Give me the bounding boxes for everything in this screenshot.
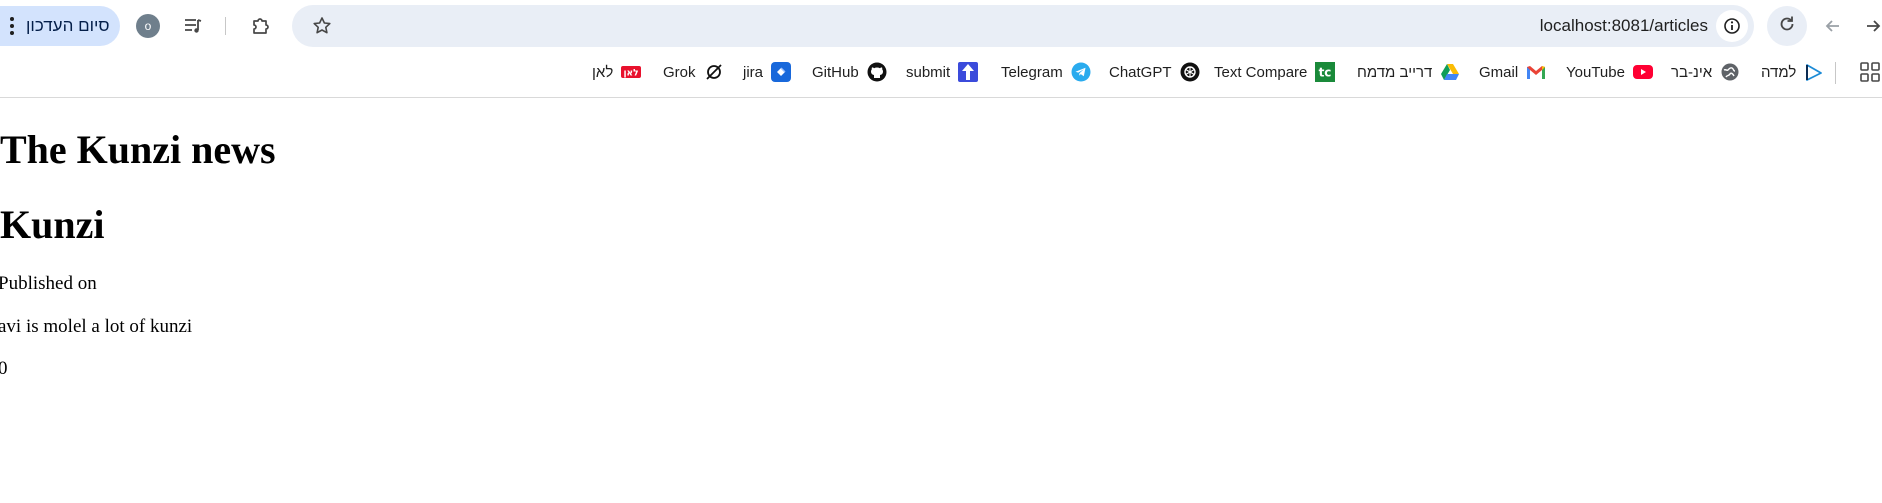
bookmark-telegram[interactable]: Telegram: [1001, 52, 1091, 92]
bookmark-chatgpt[interactable]: ChatGPT: [1109, 52, 1200, 92]
bookmark-google-drive[interactable]: דרייב מדמח: [1357, 52, 1460, 92]
bookmark-label: submit: [906, 63, 951, 81]
bookmark-label: אינ-בר: [1671, 63, 1713, 81]
article-title: Kunzi: [0, 202, 105, 247]
youtube-icon: [1632, 62, 1653, 82]
reload-icon: [1777, 14, 1797, 39]
extensions-icon[interactable]: [244, 9, 278, 43]
bookmark-laan[interactable]: לאן לאן: [592, 52, 642, 92]
globe-icon: [1720, 62, 1740, 82]
jira-icon: [771, 62, 792, 82]
url-text[interactable]: localhost:8081/articles: [1540, 5, 1708, 47]
apps-grid-button[interactable]: [1860, 52, 1880, 92]
bookmark-label: Gmail: [1479, 63, 1519, 81]
bookmark-label: למדה: [1761, 63, 1797, 81]
profile-avatar[interactable]: o: [136, 14, 160, 38]
article-body: avi is molel a lot of kunzi: [0, 316, 193, 337]
address-bar[interactable]: localhost:8081/articles: [292, 5, 1754, 47]
grok-icon: [704, 62, 724, 82]
bookmark-label: jira: [743, 63, 764, 81]
bookmark-label: דרייב מדמח: [1357, 63, 1433, 81]
bookmark-submit[interactable]: submit: [906, 52, 979, 92]
finish-update-label: סיום העדכון: [26, 16, 110, 35]
gmail-icon: [1526, 62, 1546, 82]
bookmark-star-icon[interactable]: [305, 9, 339, 43]
bookmarks-divider: [1835, 62, 1836, 84]
browser-toolbar: סיום העדכון o localhost:8081/articles: [0, 0, 1882, 52]
chatgpt-icon: [1180, 62, 1200, 82]
reload-button[interactable]: [1767, 6, 1807, 46]
text-compare-icon: tc: [1315, 62, 1336, 82]
svg-text:tc: tc: [1319, 66, 1332, 80]
article-count: 0: [0, 358, 8, 379]
site-title: The Kunzi news: [0, 127, 276, 172]
bookmark-jira[interactable]: jira: [743, 52, 792, 92]
bookmark-label: Telegram: [1001, 63, 1063, 81]
bookmark-gmail[interactable]: Gmail: [1479, 52, 1546, 92]
media-queue-icon[interactable]: [176, 9, 210, 43]
bookmarks-bar: לאן לאן Grok jira GitHub submit Telegram: [0, 52, 1882, 98]
svg-text:לאן: לאן: [624, 69, 639, 79]
forward-icon[interactable]: [1858, 9, 1882, 43]
published-date: Published on: [0, 273, 97, 294]
submit-icon: [958, 62, 979, 82]
bookmark-grok[interactable]: Grok: [663, 52, 724, 92]
site-info-icon[interactable]: [1716, 10, 1748, 42]
toolbar-divider: [225, 17, 226, 35]
github-icon: [867, 62, 887, 82]
laan-icon: לאן: [621, 62, 642, 82]
back-icon[interactable]: [1816, 9, 1850, 43]
bookmark-label: Text Compare: [1214, 63, 1308, 81]
more-options-icon[interactable]: [8, 17, 16, 35]
bookmark-text-compare[interactable]: Text Compare tc: [1214, 52, 1336, 92]
bookmark-label: Grok: [663, 63, 696, 81]
google-drive-icon: [1440, 62, 1460, 82]
apps-grid-icon: [1860, 62, 1880, 82]
finish-update-button[interactable]: סיום העדכון: [0, 6, 120, 46]
bookmark-youtube[interactable]: YouTube: [1566, 52, 1653, 92]
telegram-icon: [1071, 62, 1091, 82]
bookmark-github[interactable]: GitHub: [812, 52, 887, 92]
bookmark-label: GitHub: [812, 63, 859, 81]
bookmark-label: לאן: [592, 63, 614, 81]
bookmark-in-bar[interactable]: אינ-בר: [1671, 52, 1740, 92]
bookmark-label: YouTube: [1566, 63, 1625, 81]
lamda-icon: [1804, 62, 1824, 82]
bookmark-label: ChatGPT: [1109, 63, 1172, 81]
bookmark-lamda[interactable]: למדה: [1761, 52, 1824, 92]
